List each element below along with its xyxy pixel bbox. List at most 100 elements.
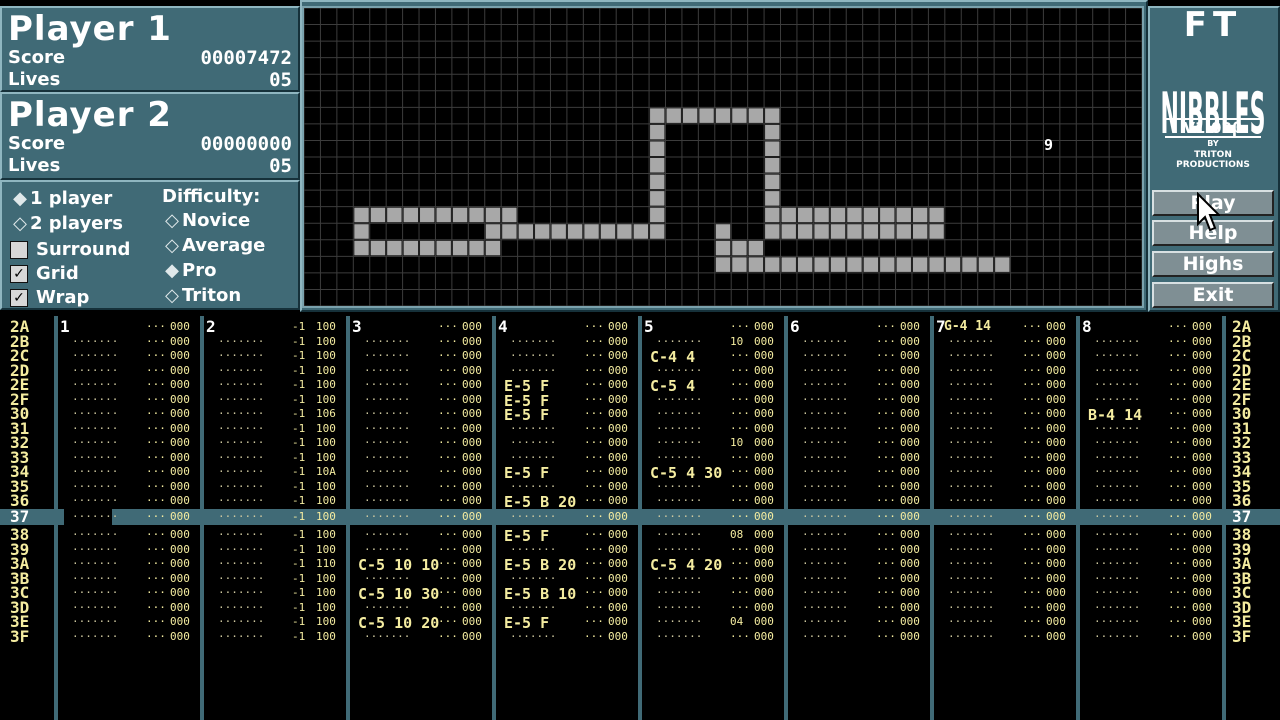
- tracker-effect[interactable]: ···: [146, 451, 166, 466]
- tracker-empty-note[interactable]: ·······: [218, 349, 264, 364]
- tracker-effect[interactable]: ···: [438, 451, 458, 466]
- tracker-empty-note[interactable]: ·······: [364, 480, 410, 495]
- tracker-effect[interactable]: ···: [876, 510, 896, 525]
- tracker-value[interactable]: 000: [754, 364, 774, 379]
- tracker-value[interactable]: 000: [1192, 601, 1212, 616]
- tracker-effect[interactable]: ···: [876, 572, 896, 587]
- tracker-value[interactable]: 000: [170, 586, 190, 601]
- tracker-value[interactable]: 000: [754, 543, 774, 558]
- tracker-value[interactable]: 000: [754, 335, 774, 350]
- tracker-value[interactable]: 000: [1192, 528, 1212, 543]
- tracker-effect[interactable]: ···: [438, 349, 458, 364]
- tracker-effect[interactable]: ···: [146, 543, 166, 558]
- tracker-empty-note[interactable]: ·······: [72, 422, 118, 437]
- tracker-value[interactable]: 000: [1192, 335, 1212, 350]
- tracker-value[interactable]: 000: [900, 557, 920, 572]
- tracker-effect[interactable]: ···: [730, 543, 750, 558]
- tracker-effect[interactable]: ···: [438, 436, 458, 451]
- tracker-empty-note[interactable]: ·······: [802, 364, 848, 379]
- tracker-effect[interactable]: ···: [438, 422, 458, 437]
- tracker-empty-note[interactable]: ·······: [510, 572, 556, 587]
- tracker-empty-note[interactable]: ·······: [948, 480, 994, 495]
- tracker-effect[interactable]: -1: [292, 543, 305, 558]
- tracker-value[interactable]: 000: [1192, 436, 1212, 451]
- tracker-empty-note[interactable]: ·······: [364, 364, 410, 379]
- tracker-effect[interactable]: 08: [730, 528, 743, 543]
- tracker-value[interactable]: 000: [900, 320, 920, 335]
- tracker-empty-note[interactable]: ·······: [802, 557, 848, 572]
- tracker-empty-note[interactable]: ·······: [510, 349, 556, 364]
- tracker-effect[interactable]: ···: [438, 572, 458, 587]
- tracker-empty-note[interactable]: ·······: [1094, 572, 1140, 587]
- tracker-effect[interactable]: ···: [146, 572, 166, 587]
- tracker-effect[interactable]: ···: [1168, 528, 1188, 543]
- tracker-empty-note[interactable]: ·······: [802, 615, 848, 630]
- tracker-note[interactable]: E-5 B 10: [504, 587, 576, 602]
- tracker-effect[interactable]: ···: [730, 320, 750, 335]
- tracker-effect[interactable]: ···: [876, 601, 896, 616]
- tracker-value[interactable]: 000: [1046, 436, 1066, 451]
- tracker-effect[interactable]: ···: [1022, 364, 1042, 379]
- tracker-empty-note[interactable]: ·······: [72, 407, 118, 422]
- tracker-note[interactable]: C-5 10 30: [358, 587, 439, 602]
- tracker-note[interactable]: E-5 B 20: [504, 558, 576, 573]
- tracker-value[interactable]: 000: [1192, 378, 1212, 393]
- tracker-value[interactable]: 000: [754, 451, 774, 466]
- tracker-empty-note[interactable]: ·······: [656, 601, 702, 616]
- radio-2-players[interactable]: ◇ 2 players: [10, 213, 123, 235]
- tracker-effect[interactable]: ···: [1022, 393, 1042, 408]
- tracker-value[interactable]: 000: [608, 510, 628, 525]
- tracker-effect[interactable]: ···: [876, 557, 896, 572]
- tracker-value[interactable]: 100: [316, 480, 336, 495]
- tracker-value[interactable]: 000: [900, 572, 920, 587]
- tracker-empty-note[interactable]: ·······: [1094, 601, 1140, 616]
- tracker-effect[interactable]: ···: [584, 335, 604, 350]
- tracker-value[interactable]: 000: [900, 528, 920, 543]
- tracker-value[interactable]: 000: [900, 615, 920, 630]
- tracker-value[interactable]: 000: [900, 465, 920, 480]
- radio-novice[interactable]: ◇ Novice: [162, 210, 250, 232]
- tracker-empty-note[interactable]: ·······: [510, 436, 556, 451]
- tracker-effect[interactable]: -1: [292, 451, 305, 466]
- tracker-value[interactable]: 000: [1046, 393, 1066, 408]
- tracker-effect[interactable]: ···: [146, 335, 166, 350]
- tracker-effect[interactable]: ···: [584, 422, 604, 437]
- tracker-effect[interactable]: ···: [1168, 557, 1188, 572]
- tracker-value[interactable]: 000: [608, 543, 628, 558]
- tracker-empty-note[interactable]: ·······: [802, 480, 848, 495]
- tracker-effect[interactable]: ···: [1168, 630, 1188, 645]
- tracker-effect[interactable]: ···: [876, 335, 896, 350]
- tracker-effect[interactable]: ···: [730, 557, 750, 572]
- tracker-empty-note[interactable]: ·······: [510, 422, 556, 437]
- tracker-empty-note[interactable]: ·······: [948, 436, 994, 451]
- tracker-empty-note[interactable]: ·······: [1094, 393, 1140, 408]
- tracker-effect[interactable]: ···: [1022, 557, 1042, 572]
- tracker-effect[interactable]: ···: [584, 543, 604, 558]
- tracker-effect[interactable]: ···: [1022, 436, 1042, 451]
- tracker-value[interactable]: 100: [316, 349, 336, 364]
- tracker-empty-note[interactable]: ·······: [72, 349, 118, 364]
- tracker-empty-note[interactable]: ·······: [218, 422, 264, 437]
- tracker-value[interactable]: 000: [900, 601, 920, 616]
- tracker-value[interactable]: 000: [1046, 407, 1066, 422]
- tracker-note[interactable]: E-5 F: [504, 408, 549, 423]
- tracker-value[interactable]: 000: [170, 436, 190, 451]
- radio-triton[interactable]: ◇ Triton: [162, 285, 241, 307]
- tracker-effect[interactable]: ···: [438, 528, 458, 543]
- tracker-value[interactable]: 000: [900, 407, 920, 422]
- tracker-effect[interactable]: -1: [292, 436, 305, 451]
- tracker-empty-note[interactable]: ·······: [948, 586, 994, 601]
- tracker-value[interactable]: 110: [316, 557, 336, 572]
- tracker-value[interactable]: 000: [1046, 349, 1066, 364]
- tracker-effect[interactable]: ···: [584, 572, 604, 587]
- tracker-value[interactable]: 000: [1192, 451, 1212, 466]
- tracker-effect[interactable]: -1: [292, 335, 305, 350]
- tracker-effect[interactable]: 10: [730, 436, 743, 451]
- tracker-value[interactable]: 000: [608, 557, 628, 572]
- tracker-effect[interactable]: ···: [1022, 378, 1042, 393]
- tracker-value[interactable]: 100: [316, 335, 336, 350]
- tracker-value[interactable]: 100: [316, 320, 336, 335]
- tracker-effect[interactable]: ···: [584, 393, 604, 408]
- tracker-value[interactable]: 000: [462, 528, 482, 543]
- tracker-empty-note[interactable]: ·······: [218, 465, 264, 480]
